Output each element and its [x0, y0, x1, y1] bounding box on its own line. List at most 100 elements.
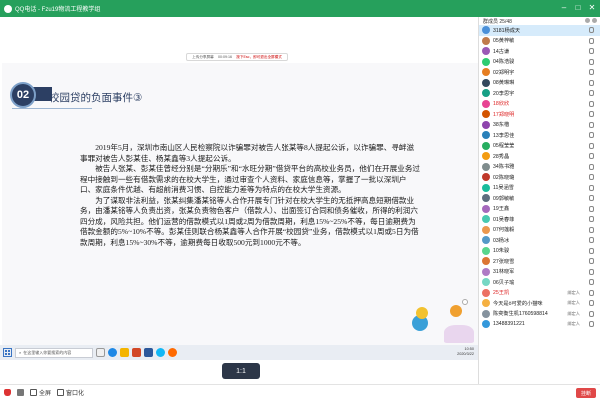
balloon-orange	[450, 305, 462, 317]
member-mic-icon	[589, 289, 594, 296]
member-item[interactable]: 38东楷	[479, 120, 600, 131]
member-item[interactable]: 31林晓军	[479, 267, 600, 278]
member-mic-icon	[589, 79, 594, 86]
member-mic-icon	[589, 258, 594, 265]
member-item[interactable]: 04陈浩骏	[479, 57, 600, 68]
member-item[interactable]: 20李思宇	[479, 88, 600, 99]
member-item[interactable]: 13李思佳	[479, 130, 600, 141]
word-icon[interactable]	[144, 348, 153, 357]
member-item[interactable]: 05黄梓敏	[479, 36, 600, 47]
maximize-icon[interactable]: □	[572, 2, 584, 14]
member-item[interactable]: 27张晓雪	[479, 256, 600, 267]
member-item[interactable]: 05程莹莹	[479, 141, 600, 152]
zoom-ratio-button[interactable]: 1:1	[222, 363, 260, 379]
avatar	[482, 131, 490, 140]
member-item[interactable]: 今天是ò可爱的小猫咪 绑定人	[479, 298, 600, 309]
avatar	[482, 26, 490, 35]
call-toolbar: 全屏 窗口化 挂断	[0, 384, 600, 400]
member-name: 05程莹莹	[493, 143, 515, 150]
avatar	[482, 57, 490, 66]
avatar	[482, 110, 490, 119]
member-item[interactable]: 28秀晶	[479, 151, 600, 162]
member-mic-icon	[589, 69, 594, 76]
member-status: 绑定人	[567, 289, 580, 295]
member-item[interactable]: 14古谦	[479, 46, 600, 57]
avatar	[482, 173, 490, 182]
member-mic-icon	[589, 100, 594, 107]
powerpoint-icon[interactable]	[132, 348, 141, 357]
qq-taskbar-icon[interactable]	[156, 348, 165, 357]
member-mic-icon	[589, 268, 594, 275]
member-item[interactable]: 25王凯 绑定人	[479, 288, 600, 299]
member-item[interactable]: 02陈晓璐	[479, 172, 600, 183]
shared-windows-taskbar: ⌕ 在这里输入你要搜索的内容 10:50 2020/3/22	[0, 345, 478, 360]
member-name: 27张晓雪	[493, 258, 515, 265]
settings-icon[interactable]	[592, 18, 597, 23]
avatar	[482, 120, 490, 129]
speaker-button[interactable]	[17, 389, 24, 396]
member-item[interactable]: 07何莲毅	[479, 225, 600, 236]
slide-title: 校园贷的负面事件③	[49, 92, 143, 104]
avatar	[482, 78, 490, 87]
windows-search-box[interactable]: ⌕ 在这里输入你要搜索的内容	[15, 347, 93, 358]
member-mic-icon	[589, 58, 594, 65]
windows-start-icon[interactable]	[3, 348, 12, 357]
zoom-bar: 1:1	[0, 360, 478, 384]
member-mic-icon	[589, 237, 594, 244]
member-name: 09郭敏敏	[493, 195, 515, 202]
member-name: 3181杨成天	[493, 27, 521, 34]
member-item[interactable]: 11吴涵雪	[479, 183, 600, 194]
member-status: 绑定人	[567, 310, 580, 316]
member-mic-icon	[589, 247, 594, 254]
member-item[interactable]: 10朱骏	[479, 246, 600, 257]
member-item[interactable]: 34陈书雅	[479, 162, 600, 173]
member-item[interactable]: 13488391221 绑定人	[479, 319, 600, 330]
avatar	[482, 309, 490, 318]
member-mic-icon	[589, 48, 594, 55]
member-item[interactable]: 06贝子瑜	[479, 277, 600, 288]
folder-icon[interactable]	[120, 348, 129, 357]
task-view-icon[interactable]	[96, 348, 105, 357]
member-name: 13488391221	[493, 321, 525, 328]
member-list: 3181杨成天 05黄梓敏 14古谦 04陈浩骏 02郑明宇 08黄琳琳 20李思宇 18欣欣…	[479, 25, 600, 330]
share-esc-hint: 按下Esc，即可退出全屏模式	[236, 54, 282, 59]
avatar	[482, 89, 490, 98]
avatar	[482, 183, 490, 192]
member-mic-icon	[589, 300, 594, 307]
member-name: 02陈晓璐	[493, 174, 515, 181]
member-item[interactable]: 19王鑫	[479, 204, 600, 215]
member-item[interactable]: 17郑晓明	[479, 109, 600, 120]
title-divider	[12, 108, 92, 109]
member-name: 18欣欣	[493, 101, 510, 108]
balloons-decoration	[404, 295, 478, 345]
slide-paragraph: 为了谋取非法利益，张某纠集潘某铭等人合作开展专门针对在校大学生的无抵押高息短期借…	[80, 195, 419, 247]
invite-icon[interactable]	[585, 18, 590, 23]
shared-slide: 02 校园贷的负面事件③ 2019年5月，深圳市南山区人民检察院以诈骗罪对被告人…	[2, 63, 478, 345]
member-item[interactable]: 09郭敏敏	[479, 193, 600, 204]
close-icon[interactable]: ✕	[586, 2, 598, 14]
member-item[interactable]: 08黄琳琳	[479, 78, 600, 89]
mic-button[interactable]	[4, 389, 11, 396]
member-name: 31林晓军	[493, 269, 515, 276]
member-item[interactable]: 陈奕衡生机1760598814 绑定人	[479, 309, 600, 320]
avatar	[482, 68, 490, 77]
share-status-left[interactable]: 上传分享屏幕	[192, 55, 214, 60]
share-timer: 00:09:16	[218, 55, 232, 59]
fullscreen-button[interactable]: 全屏	[30, 388, 51, 397]
member-item[interactable]: 01吴春菲	[479, 214, 600, 225]
window-mode-button[interactable]: 窗口化	[57, 388, 84, 397]
avatar	[482, 225, 490, 234]
app-icon[interactable]	[168, 348, 177, 357]
minimize-icon[interactable]: –	[558, 2, 570, 14]
member-item[interactable]: 18欣欣	[479, 99, 600, 110]
hangup-button[interactable]: 挂断	[576, 388, 596, 398]
avatar	[482, 141, 490, 150]
member-item[interactable]: 03杨冰	[479, 235, 600, 246]
member-name: 今天是ò可爱的小猫咪	[493, 300, 543, 307]
member-name: 10朱骏	[493, 248, 510, 255]
browser-icon[interactable]	[108, 348, 117, 357]
member-mic-icon	[589, 321, 594, 328]
member-item[interactable]: 02郑明宇	[479, 67, 600, 78]
window-title: QQ电话 - Fzu19物流工程教学组	[15, 7, 101, 13]
member-item[interactable]: 3181杨成天	[479, 25, 600, 36]
